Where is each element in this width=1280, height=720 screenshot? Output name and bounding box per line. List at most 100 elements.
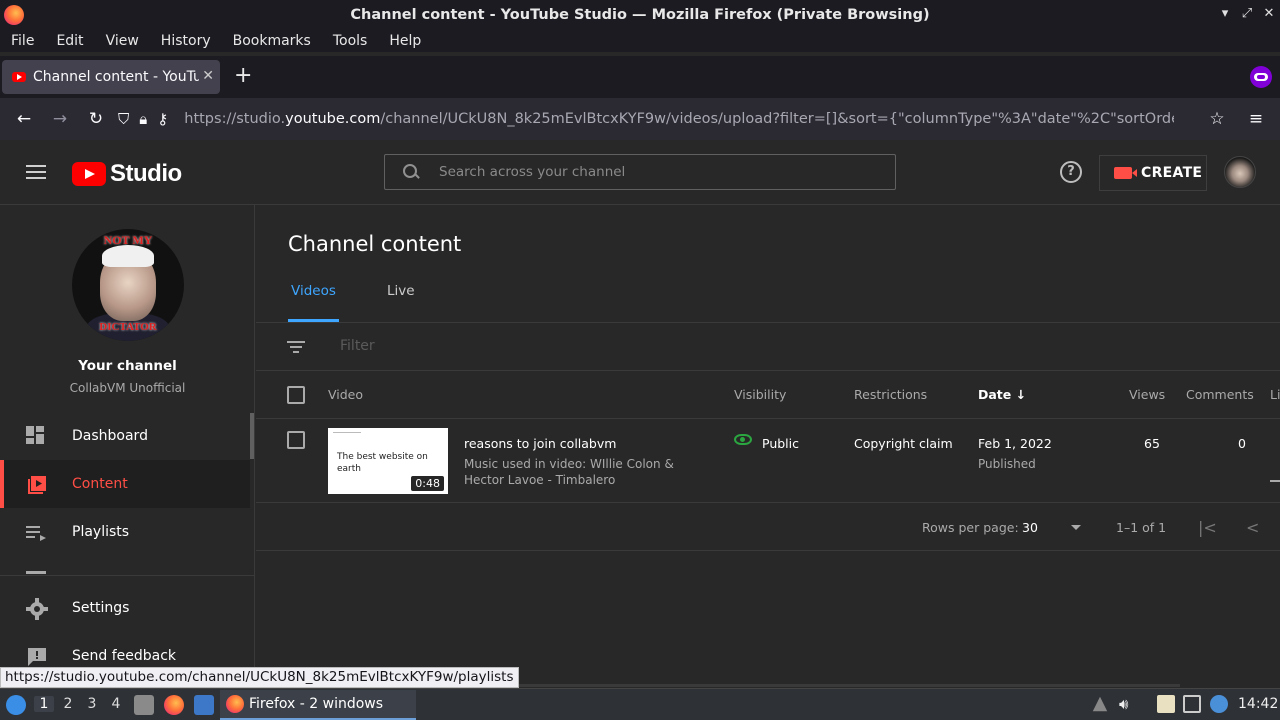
first-page-icon[interactable]: |< [1198,518,1217,537]
menu-history[interactable]: History [161,33,211,49]
help-icon[interactable]: ? [1060,161,1082,183]
avatar-hair [102,245,154,267]
url-text[interactable]: https://studio.youtube.com/channel/UCkU8… [184,111,1174,127]
search-input[interactable] [439,164,859,180]
select-all-checkbox[interactable] [287,386,305,404]
hamburger-menu-icon[interactable] [26,165,46,179]
workspace-3[interactable]: 3 [82,696,102,712]
clock: 14:42 [1238,696,1279,712]
column-header-video: Video [328,387,364,402]
filter-icon[interactable] [287,341,305,353]
menu-tools[interactable]: Tools [333,33,368,49]
studio-header: Studio ? CREATE [0,140,1280,205]
sidebar-item-settings[interactable]: Settings [0,584,250,632]
sidebar-item-label: Content [72,476,128,492]
studio-logo[interactable]: Studio [72,160,182,188]
firefox-task-icon [226,695,244,713]
new-tab-button[interactable]: + [234,65,252,87]
row-divider [256,502,1280,503]
filter-divider [256,370,1280,371]
sidebar-item-label: Playlists [72,524,130,540]
workspace-1[interactable]: 1 [34,696,54,712]
filter-input[interactable]: Filter [340,338,375,354]
minimize-button[interactable]: ▾ [1214,6,1236,21]
maximize-button[interactable]: ⤢ [1236,6,1258,21]
menu-edit[interactable]: Edit [56,33,83,49]
channel-avatar[interactable]: NOT MY DICTATOR [72,229,184,341]
menu-view[interactable]: View [106,33,139,49]
window-controls: ▾ ⤢ ✕ [1214,6,1280,21]
close-tab-icon[interactable]: ✕ [202,68,214,84]
sidebar-item-content[interactable]: Content [0,460,250,508]
partially-hidden-icon [26,571,46,574]
restrictions-value[interactable]: Copyright claim [854,436,953,451]
url-bar[interactable]: ⛉ 🔒︎ ⚷ https://studio.youtube.com/channe… [118,98,1208,140]
tab-strip: Channel content - YouTube Studio ✕ + [0,56,1280,98]
file-manager-icon[interactable] [134,695,154,715]
menu-bookmarks[interactable]: Bookmarks [233,33,311,49]
row-scroll-marker [1270,480,1280,482]
video-camera-icon [1114,167,1137,179]
account-avatar[interactable] [1224,156,1256,188]
channel-search[interactable] [384,154,896,190]
video-duration: 0:48 [411,476,444,491]
sidebar-item-label: Settings [72,600,130,616]
previous-page-icon[interactable]: < [1246,518,1259,537]
playlists-icon [26,522,46,542]
settings-icon [26,598,48,620]
workspace-2[interactable]: 2 [58,696,78,712]
forward-button[interactable]: → [49,108,71,130]
start-menu-icon[interactable] [6,695,26,715]
workspace-4[interactable]: 4 [106,696,126,712]
network-icon[interactable] [1183,695,1201,713]
tab-live[interactable]: Live [387,283,415,323]
firefox-launcher-icon[interactable] [164,695,184,715]
sidebar-item-playlists[interactable]: Playlists [0,508,250,556]
video-title[interactable]: reasons to join collabvm [464,436,616,451]
rows-per-page-select[interactable]: 30 [1022,520,1038,535]
eye-icon [734,434,752,445]
column-header-likes: Li [1270,387,1280,402]
permissions-key-icon[interactable]: ⚷ [157,110,168,128]
shield-icon[interactable]: ⛉ [118,110,129,128]
date-status: Published [978,457,1036,471]
desktop-icon[interactable] [194,695,214,715]
your-channel-label: Your channel [78,358,177,374]
reload-button[interactable]: ↻ [85,108,107,130]
volume-icon[interactable]: 🔊︎ [1119,695,1137,713]
close-window-button[interactable]: ✕ [1258,6,1280,21]
views-value: 65 [1144,436,1160,451]
menu-file[interactable]: File [11,33,34,49]
clipboard-icon[interactable] [1157,695,1175,713]
dropdown-caret-icon[interactable] [1071,525,1081,530]
tab-videos[interactable]: Videos [288,283,339,323]
visibility-value[interactable]: Public [762,436,799,451]
taskbar-firefox-task[interactable]: Firefox - 2 windows [220,690,416,720]
status-link-url: https://studio.youtube.com/channel/UCkU8… [0,667,519,688]
notification-icon[interactable] [1210,695,1228,713]
row-checkbox[interactable] [287,431,305,449]
back-button[interactable]: ← [13,108,35,130]
sidebar-item-label: Dashboard [72,428,148,444]
column-header-visibility: Visibility [734,387,787,402]
menu-bar: File Edit View History Bookmarks Tools H… [0,30,1280,52]
app-menu-icon[interactable]: ≡ [1245,108,1267,130]
tray-arrow-icon[interactable] [1092,696,1108,712]
create-button[interactable]: CREATE [1099,155,1207,191]
content-icon [26,474,46,494]
browser-tab[interactable]: Channel content - YouTube Studio ✕ [2,60,220,94]
create-button-label: CREATE [1141,165,1203,181]
lock-icon[interactable]: 🔒︎ [139,110,147,128]
menu-help[interactable]: Help [389,33,421,49]
sidebar-item-label: Send feedback [72,648,177,664]
video-thumbnail[interactable]: The best website on earth 0:48 [328,428,448,494]
youtube-logo-icon [72,162,106,186]
date-value: Feb 1, 2022 [978,436,1052,451]
column-header-date[interactable]: Date ↓ [978,387,1026,402]
sidebar-scrollbar[interactable] [250,413,254,459]
avatar-bottom-text: DICTATOR [99,321,157,333]
thumbnail-text: The best website on earth [337,452,428,474]
sidebar-item-dashboard[interactable]: Dashboard [0,412,250,460]
sidebar: NOT MY DICTATOR Your channel CollabVM Un… [0,205,255,685]
bookmark-star-icon[interactable]: ☆ [1206,108,1228,130]
